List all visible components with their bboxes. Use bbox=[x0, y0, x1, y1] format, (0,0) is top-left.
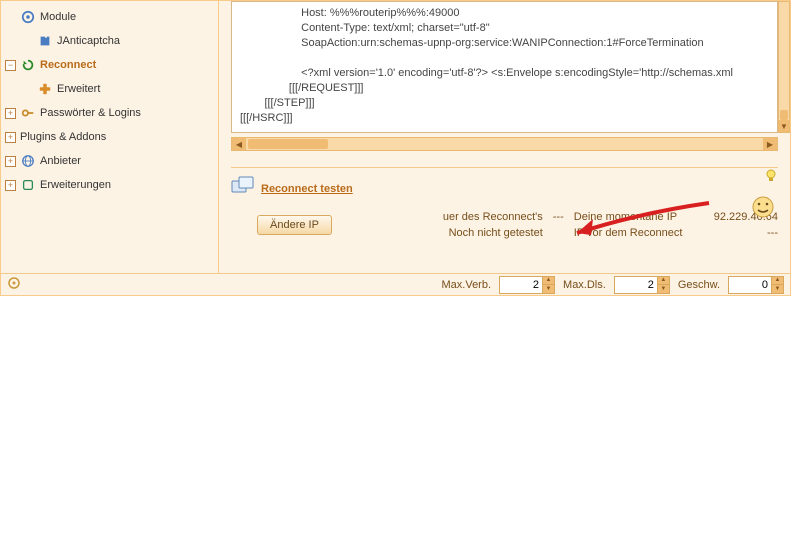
sidebar-item-module[interactable]: Module bbox=[1, 5, 218, 29]
current-ip-label: Deine momentane IP bbox=[574, 211, 704, 223]
sidebar-item-janticaptcha[interactable]: JAnticaptcha bbox=[1, 29, 218, 53]
sidebar-item-anbieter[interactable]: + Anbieter bbox=[1, 149, 218, 173]
sidebar-item-label: Reconnect bbox=[40, 59, 96, 71]
maxverb-input[interactable] bbox=[500, 279, 542, 291]
spin-up-icon[interactable]: ▲ bbox=[771, 277, 783, 285]
horizontal-scrollbar[interactable]: ◀ ▶ bbox=[231, 137, 778, 151]
expander-expand[interactable]: + bbox=[5, 156, 16, 167]
sidebar: Module JAnticaptcha − Reconnect Erweiter… bbox=[1, 1, 219, 273]
key-icon bbox=[20, 105, 36, 121]
ip-before-label: IP vor dem Reconnect bbox=[574, 227, 704, 239]
reconnect-test-section: Reconnect testen Ändere IP uer des Recon… bbox=[231, 167, 778, 239]
expander-expand[interactable]: + bbox=[5, 180, 16, 191]
sidebar-item-erweitert[interactable]: Erweitert bbox=[1, 77, 218, 101]
tested-label: Noch nicht getestet bbox=[352, 227, 543, 239]
monitor-icon bbox=[231, 176, 255, 201]
puzzle-icon bbox=[37, 33, 53, 49]
sidebar-item-label: Module bbox=[40, 11, 76, 23]
tool-icon bbox=[37, 81, 53, 97]
scroll-left-icon[interactable]: ◀ bbox=[232, 138, 246, 150]
geschw-input[interactable] bbox=[729, 279, 771, 291]
maxverb-spinner[interactable]: ▲▼ bbox=[499, 276, 555, 294]
request-textarea[interactable]: Host: %%%routerip%%%:49000 Content-Type:… bbox=[231, 1, 778, 133]
maxdls-label: Max.Dls. bbox=[563, 279, 606, 291]
sidebar-item-label: Plugins & Addons bbox=[20, 131, 106, 143]
expander-expand[interactable]: + bbox=[5, 132, 16, 143]
maxverb-label: Max.Verb. bbox=[442, 279, 492, 291]
duration-label: uer des Reconnect's bbox=[352, 211, 543, 223]
content-panel: Host: %%%routerip%%%:49000 Content-Type:… bbox=[219, 1, 790, 273]
reconnect-test-title[interactable]: Reconnect testen bbox=[261, 183, 353, 195]
sidebar-item-label: Erweitert bbox=[57, 83, 100, 95]
spin-down-icon[interactable]: ▼ bbox=[657, 285, 669, 293]
sidebar-item-erweiterungen[interactable]: + Erweiterungen bbox=[1, 173, 218, 197]
sidebar-item-label: Passwörter & Logins bbox=[40, 107, 141, 119]
spin-up-icon[interactable]: ▲ bbox=[542, 277, 554, 285]
sidebar-item-reconnect[interactable]: − Reconnect bbox=[1, 53, 218, 77]
expander-expand[interactable]: + bbox=[5, 108, 16, 119]
sidebar-item-passwoerter[interactable]: + Passwörter & Logins bbox=[1, 101, 218, 125]
statusbar: Max.Verb. ▲▼ Max.Dls. ▲▼ Geschw. ▲▼ bbox=[1, 273, 790, 295]
vertical-scrollbar[interactable]: ▼ bbox=[778, 1, 790, 133]
sidebar-item-label: Anbieter bbox=[40, 155, 81, 167]
sidebar-item-label: Erweiterungen bbox=[40, 179, 111, 191]
ext-icon bbox=[20, 177, 36, 193]
gear-icon bbox=[20, 9, 36, 25]
spin-up-icon[interactable]: ▲ bbox=[657, 277, 669, 285]
change-ip-button[interactable]: Ändere IP bbox=[257, 215, 332, 235]
maxdls-input[interactable] bbox=[615, 279, 657, 291]
scrollbar-thumb[interactable] bbox=[248, 139, 328, 149]
scroll-down-icon[interactable]: ▼ bbox=[779, 120, 789, 132]
spin-down-icon[interactable]: ▼ bbox=[542, 285, 554, 293]
scroll-right-icon[interactable]: ▶ bbox=[763, 138, 777, 150]
smiley-icon bbox=[752, 196, 774, 221]
ip-before-value: --- bbox=[714, 227, 778, 239]
scrollbar-thumb[interactable] bbox=[780, 110, 788, 120]
reload-icon bbox=[20, 57, 36, 73]
status-icon bbox=[7, 276, 21, 293]
duration-value: --- bbox=[553, 211, 564, 223]
expander-collapse[interactable]: − bbox=[5, 60, 16, 71]
sidebar-item-plugins[interactable]: + Plugins & Addons bbox=[1, 125, 218, 149]
spin-down-icon[interactable]: ▼ bbox=[771, 285, 783, 293]
globe-icon bbox=[20, 153, 36, 169]
hint-bulb-icon[interactable] bbox=[764, 168, 778, 185]
maxdls-spinner[interactable]: ▲▼ bbox=[614, 276, 670, 294]
expander-blank bbox=[5, 12, 16, 23]
geschw-label: Geschw. bbox=[678, 279, 720, 291]
geschw-spinner[interactable]: ▲▼ bbox=[728, 276, 784, 294]
sidebar-item-label: JAnticaptcha bbox=[57, 35, 120, 47]
